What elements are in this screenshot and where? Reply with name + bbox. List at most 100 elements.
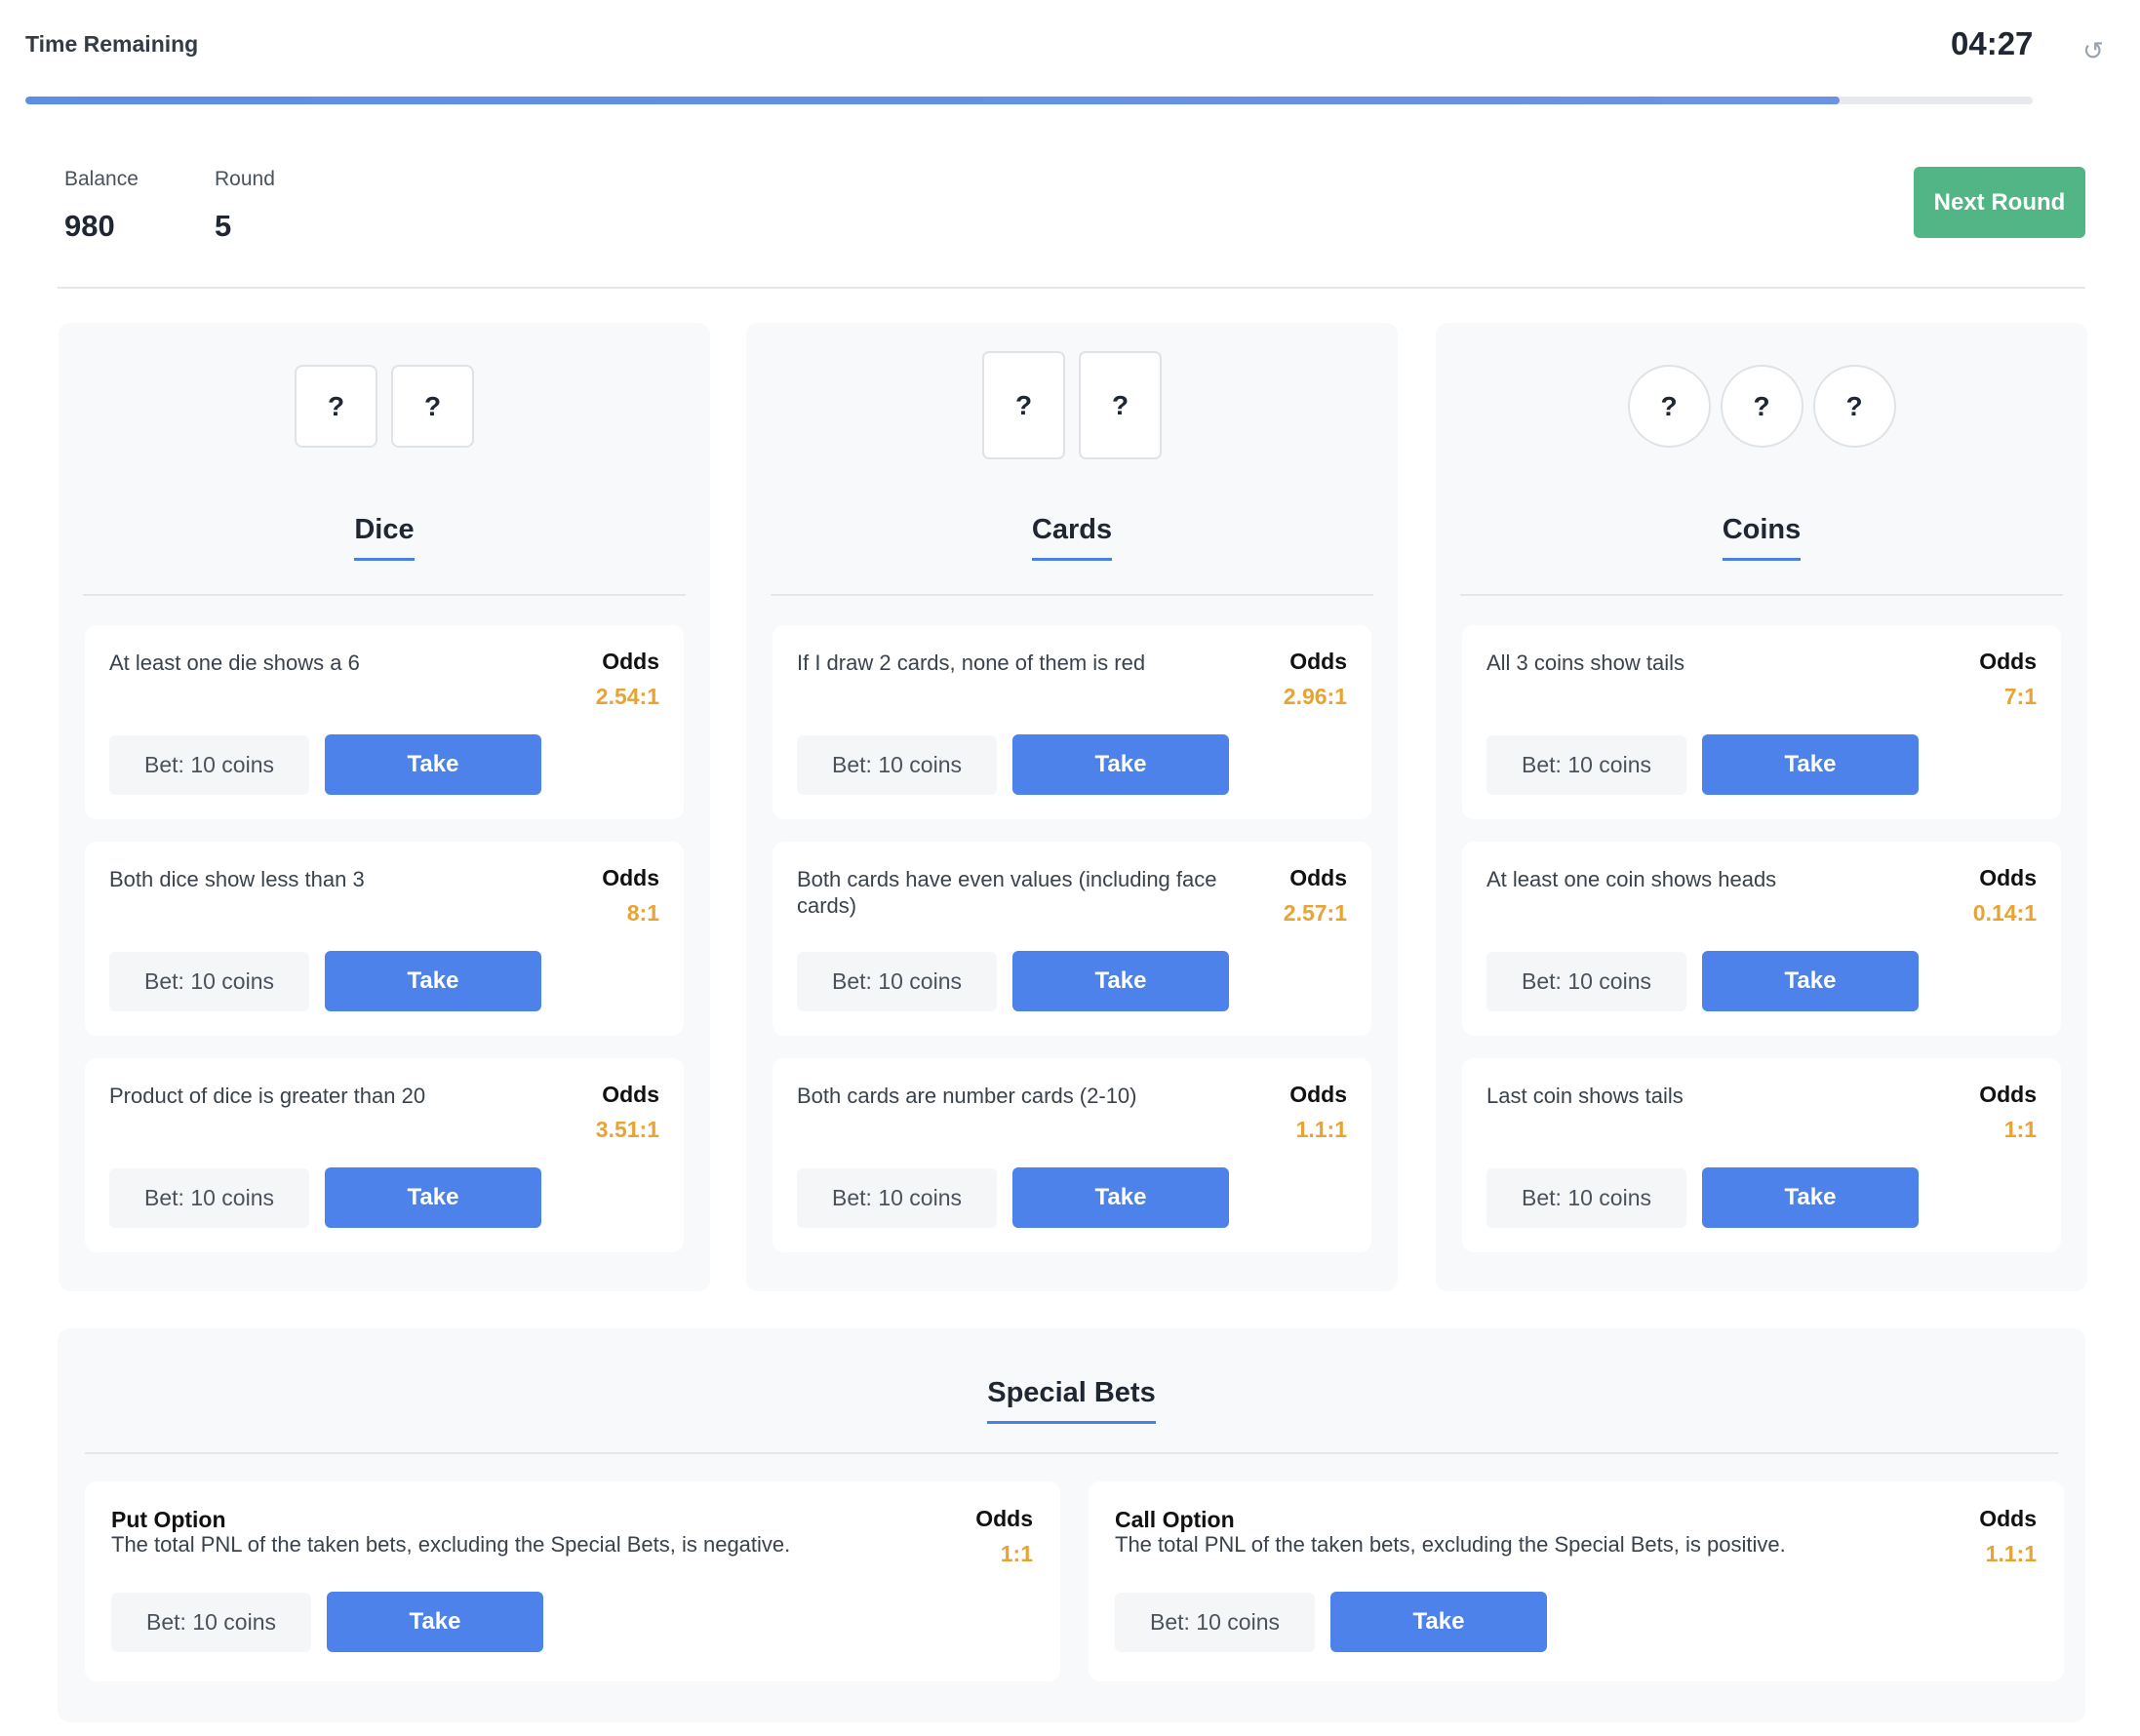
take-button[interactable]: Take xyxy=(325,734,541,795)
bet-description: Both dice show less than 3 xyxy=(109,867,365,891)
odds-value: 2.54:1 xyxy=(595,684,659,709)
bet-description: At least one die shows a 6 xyxy=(109,651,360,675)
round-label: Round xyxy=(215,168,275,190)
special-bets-title-wrap: Special Bets xyxy=(58,1377,2085,1424)
coin-token: ? xyxy=(1627,365,1711,448)
bet-description: Last coin shows tails xyxy=(1486,1084,1684,1108)
bet-card: Both dice show less than 3 Odds 8:1 Bet:… xyxy=(85,842,684,1036)
bet-amount: Bet: 10 coins xyxy=(109,1168,309,1228)
bet-amount: Bet: 10 coins xyxy=(797,952,997,1011)
bet-description: At least one coin shows heads xyxy=(1486,867,1777,891)
odds-value: 0.14:1 xyxy=(1972,900,2037,926)
bet-card: If I draw 2 cards, none of them is red O… xyxy=(773,625,1371,819)
odds-label: Odds xyxy=(1979,649,2037,674)
odds-label: Odds xyxy=(1979,1506,2037,1531)
bet-amount: Bet: 10 coins xyxy=(797,735,997,795)
special-bet-name: Put Option xyxy=(111,1507,226,1532)
dice-tokens: ? ? xyxy=(59,365,710,448)
bet-description: If I draw 2 cards, none of them is red xyxy=(797,651,1146,675)
refresh-icon[interactable]: ↺ xyxy=(2080,37,2107,64)
bet-amount: Bet: 10 coins xyxy=(1486,1168,1686,1228)
panel-title: Cards xyxy=(746,514,1398,561)
dice-title: Dice xyxy=(354,514,415,561)
balance-stat: Balance 980 xyxy=(64,168,139,244)
odds-label: Odds xyxy=(602,1082,659,1107)
coin-token: ? xyxy=(1720,365,1803,448)
die-token: ? xyxy=(295,365,377,448)
cards-panel: ? ? Cards If I draw 2 cards, none of the… xyxy=(746,323,1398,1291)
odds-label: Odds xyxy=(602,649,659,674)
take-button[interactable]: Take xyxy=(1702,1167,1919,1228)
bet-amount: Bet: 10 coins xyxy=(1115,1593,1315,1652)
coin-token: ? xyxy=(1812,365,1896,448)
call-option-card: Call Option The total PNL of the taken b… xyxy=(1089,1481,2064,1681)
die-token: ? xyxy=(391,365,474,448)
special-bet-description: The total PNL of the taken bets, excludi… xyxy=(111,1532,791,1557)
bet-amount: Bet: 10 coins xyxy=(797,1168,997,1228)
round-value: 5 xyxy=(215,209,232,243)
bet-amount: Bet: 10 coins xyxy=(109,735,309,795)
odds-value: 2.96:1 xyxy=(1283,684,1347,709)
odds-value: 1:1 xyxy=(1000,1541,1033,1566)
balance-label: Balance xyxy=(64,168,139,190)
odds-label: Odds xyxy=(975,1506,1033,1531)
odds-label: Odds xyxy=(1979,865,2037,890)
odds-label: Odds xyxy=(1289,1082,1347,1107)
bet-card: Both cards have even values (including f… xyxy=(773,842,1371,1036)
card-token: ? xyxy=(982,351,1065,459)
panel-title: Coins xyxy=(1436,514,2087,561)
bet-card: Product of dice is greater than 20 Odds … xyxy=(85,1058,684,1252)
take-button[interactable]: Take xyxy=(327,1592,543,1652)
bet-description: All 3 coins show tails xyxy=(1486,651,1684,675)
bet-amount: Bet: 10 coins xyxy=(109,952,309,1011)
take-button[interactable]: Take xyxy=(325,1167,541,1228)
odds-label: Odds xyxy=(1979,1082,2037,1107)
balance-value: 980 xyxy=(64,209,115,243)
take-button[interactable]: Take xyxy=(1012,1167,1229,1228)
timer-progress-fill xyxy=(25,97,1841,104)
bet-card: At least one coin shows heads Odds 0.14:… xyxy=(1462,842,2061,1036)
put-option-card: Put Option The total PNL of the taken be… xyxy=(85,1481,1060,1681)
round-stat: Round 5 xyxy=(215,168,275,244)
special-bets-title: Special Bets xyxy=(987,1377,1156,1424)
bet-description: Both cards are number cards (2-10) xyxy=(797,1084,1137,1108)
odds-value: 1:1 xyxy=(2003,1117,2037,1142)
odds-value: 3.51:1 xyxy=(595,1117,659,1142)
timer-progress-bar xyxy=(25,97,2033,104)
bet-amount: Bet: 10 coins xyxy=(111,1593,311,1652)
bet-card: Both cards are number cards (2-10) Odds … xyxy=(773,1058,1371,1252)
odds-value: 2.57:1 xyxy=(1283,900,1347,926)
bet-description: Both cards have even values (including f… xyxy=(797,867,1217,918)
special-bet-name: Call Option xyxy=(1115,1507,1235,1532)
odds-value: 1.1:1 xyxy=(1985,1541,2037,1566)
bet-amount: Bet: 10 coins xyxy=(1486,952,1686,1011)
panel-separator xyxy=(83,594,686,596)
bet-card: All 3 coins show tails Odds 7:1 Bet: 10 … xyxy=(1462,625,2061,819)
odds-value: 8:1 xyxy=(626,900,659,926)
panel-separator xyxy=(1460,594,2063,596)
special-separator xyxy=(85,1452,2058,1454)
take-button[interactable]: Take xyxy=(1012,734,1229,795)
odds-label: Odds xyxy=(1289,649,1347,674)
special-bets-panel: Special Bets Put Option The total PNL of… xyxy=(58,1328,2085,1722)
bet-card: Last coin shows tails Odds 1:1 Bet: 10 c… xyxy=(1462,1058,2061,1252)
dice-panel: ? ? Dice At least one die shows a 6 Odds… xyxy=(59,323,710,1291)
bet-amount: Bet: 10 coins xyxy=(1486,735,1686,795)
cards-title: Cards xyxy=(1031,514,1113,561)
take-button[interactable]: Take xyxy=(325,951,541,1011)
panel-separator xyxy=(771,594,1373,596)
next-round-button[interactable]: Next Round xyxy=(1914,167,2085,238)
timer-label: Time Remaining xyxy=(25,31,199,57)
coins-title: Coins xyxy=(1722,514,1802,561)
odds-value: 7:1 xyxy=(2003,684,2037,709)
panel-title: Dice xyxy=(59,514,710,561)
odds-value: 1.1:1 xyxy=(1295,1117,1347,1142)
take-button[interactable]: Take xyxy=(1012,951,1229,1011)
odds-label: Odds xyxy=(1289,865,1347,890)
take-button[interactable]: Take xyxy=(1702,734,1919,795)
timer-value: 04:27 xyxy=(1951,25,2034,61)
take-button[interactable]: Take xyxy=(1702,951,1919,1011)
take-button[interactable]: Take xyxy=(1330,1592,1547,1652)
bet-description: Product of dice is greater than 20 xyxy=(109,1084,426,1108)
header-divider xyxy=(58,287,2085,289)
